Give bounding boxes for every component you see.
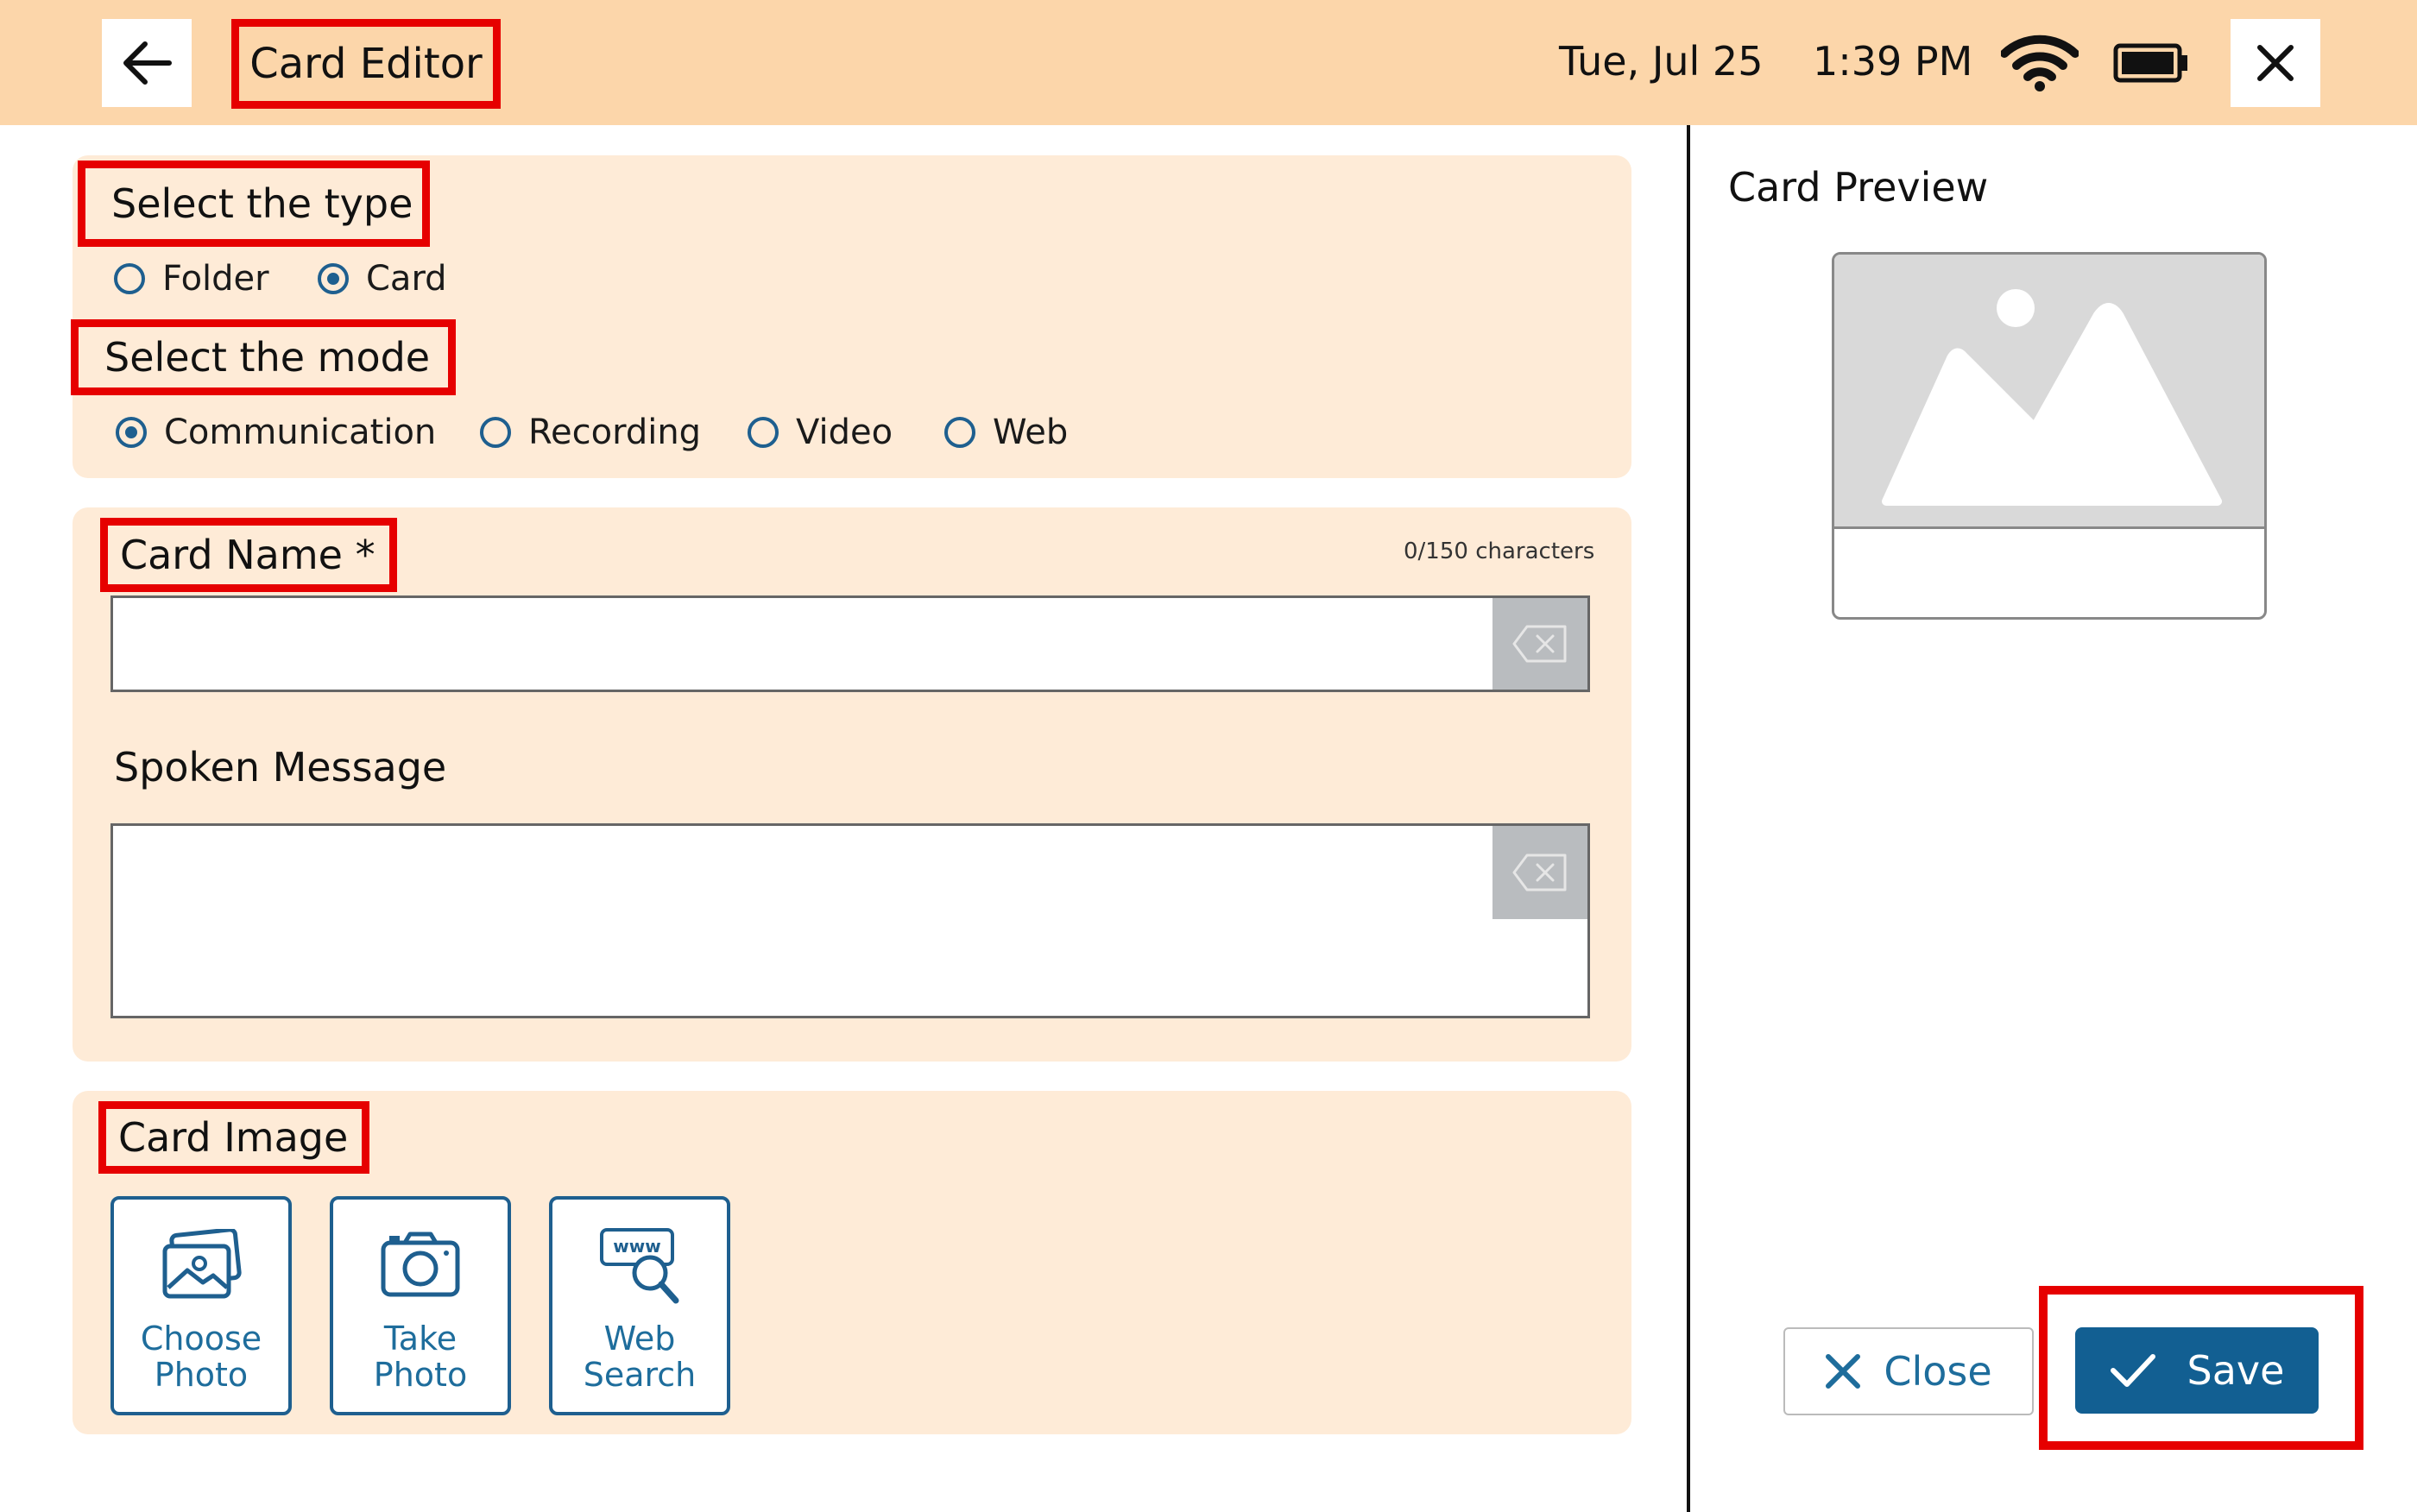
save-button[interactable]: Save: [2075, 1327, 2319, 1414]
radio-web[interactable]: Web: [944, 413, 1068, 452]
backspace-clear-icon: [1512, 854, 1567, 891]
save-button-label: Save: [2187, 1347, 2285, 1394]
web-search-label-2: Search: [583, 1356, 697, 1394]
card-preview: [1832, 252, 2267, 620]
backspace-clear-icon: [1512, 625, 1567, 663]
spoken-message-label: Spoken Message: [114, 744, 447, 791]
wifi-icon: [2001, 35, 2079, 91]
radio-web-label: Web: [993, 413, 1069, 452]
radio-video-control[interactable]: [748, 417, 779, 448]
radio-communication[interactable]: Communication: [116, 413, 436, 452]
type-section-label: Select the type: [78, 161, 430, 247]
back-button[interactable]: [102, 19, 192, 107]
clear-card-name-button[interactable]: [1492, 598, 1587, 690]
radio-folder[interactable]: Folder: [114, 259, 269, 299]
take-photo-label-2: Photo: [373, 1356, 468, 1394]
close-button-label: Close: [1884, 1348, 1992, 1395]
choose-photo-label-2: Photo: [154, 1356, 249, 1394]
battery-icon: [2113, 43, 2187, 83]
choose-photo-label-1: Choose: [140, 1320, 262, 1358]
web-search-icon: www: [600, 1228, 679, 1304]
preview-image-placeholder: [1834, 255, 2264, 529]
spoken-message-input[interactable]: [110, 823, 1590, 1018]
radio-video-label: Video: [796, 413, 893, 452]
camera-icon: [381, 1232, 460, 1297]
radio-web-control[interactable]: [944, 417, 975, 448]
radio-folder-label: Folder: [162, 259, 269, 299]
time-display: 1:39 PM: [1813, 38, 1973, 85]
radio-card-label: Card: [366, 259, 447, 299]
choose-photo-button[interactable]: Choose Photo: [110, 1196, 292, 1415]
radio-video[interactable]: Video: [748, 413, 893, 452]
card-preview-title: Card Preview: [1728, 164, 1989, 211]
take-photo-label-1: Take: [383, 1320, 458, 1358]
top-bar: Card Editor Tue, Jul 25 1:39 PM: [0, 0, 2417, 125]
date-display: Tue, Jul 25: [1559, 38, 1764, 85]
checkmark-icon: [2110, 1354, 2155, 1387]
clear-spoken-message-button[interactable]: [1492, 826, 1587, 919]
mode-section-label: Select the mode: [71, 319, 456, 395]
radio-card-control[interactable]: [318, 263, 349, 294]
web-search-button[interactable]: www Web Search: [549, 1196, 730, 1415]
image-placeholder-icon: [1882, 289, 2222, 506]
character-counter: 0/150 characters: [1404, 539, 1595, 564]
radio-folder-control[interactable]: [114, 263, 145, 294]
card-image-label: Card Image: [98, 1101, 369, 1174]
radio-recording-label: Recording: [528, 413, 702, 452]
radio-card[interactable]: Card: [318, 259, 447, 299]
photo-gallery-icon: [162, 1229, 242, 1299]
card-name-input[interactable]: [110, 595, 1590, 692]
radio-communication-control[interactable]: [116, 417, 147, 448]
close-icon: [1826, 1354, 1861, 1389]
page-title: Card Editor: [231, 19, 501, 109]
radio-recording-control[interactable]: [480, 417, 511, 448]
arrow-left-icon: [123, 41, 172, 85]
page-title-text: Card Editor: [249, 40, 483, 88]
www-icon-text: www: [613, 1236, 660, 1257]
card-name-label: Card Name *: [100, 518, 397, 592]
vertical-divider: [1687, 125, 1690, 1512]
radio-recording[interactable]: Recording: [480, 413, 701, 452]
close-button[interactable]: Close: [1783, 1327, 2034, 1415]
close-window-button[interactable]: [2231, 19, 2320, 107]
close-icon: [2257, 45, 2294, 81]
take-photo-button[interactable]: Take Photo: [330, 1196, 511, 1415]
radio-communication-label: Communication: [164, 413, 437, 452]
web-search-label-1: Web: [603, 1320, 676, 1358]
card-editor-screen: Card Editor Tue, Jul 25 1:39 PM Select t…: [0, 0, 2417, 1512]
